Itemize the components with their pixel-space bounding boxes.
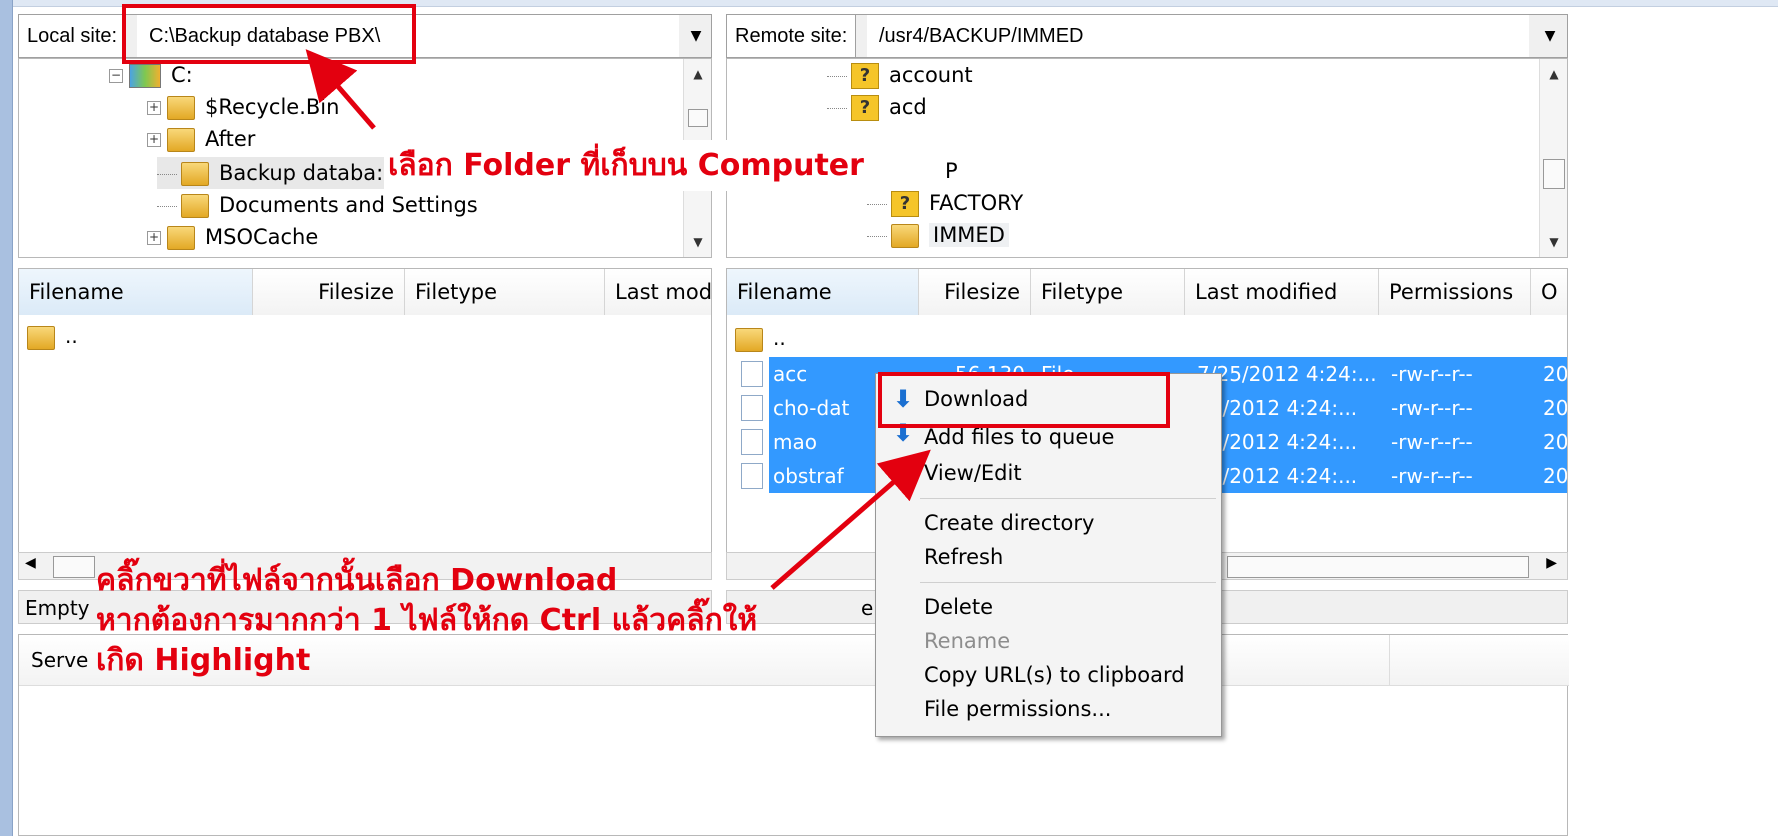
arrow-to-path	[305, 49, 376, 130]
annotation-download-hint-2: หากต้องการมากกว่า 1 ไฟล์ให้กด Ctrl แล้วค…	[96, 603, 758, 638]
arrow-to-download	[770, 449, 931, 590]
annotation-download-hint-1: คลิ๊กขวาที่ไฟล์จากนั้นเลือก Download	[96, 563, 618, 598]
annotation-download-hint-3: เกิด Highlight	[96, 643, 311, 678]
annotation-folder-hint: เลือก Folder ที่เก็บบน Computer	[384, 140, 868, 191]
annotation-arrows	[305, 49, 931, 590]
